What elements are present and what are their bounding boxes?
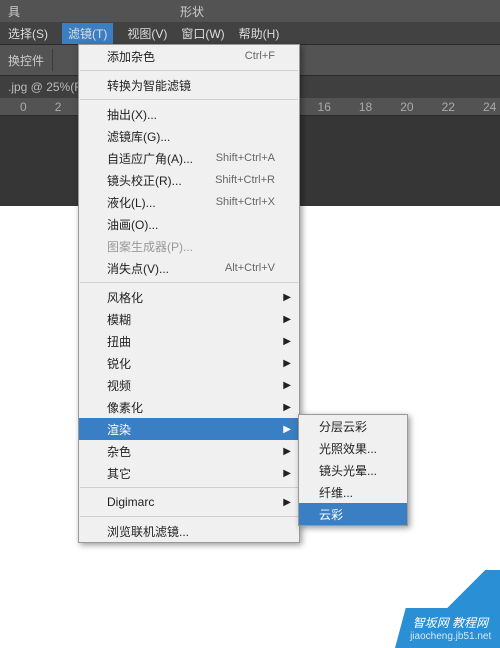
- shortcut: Ctrl+F: [245, 50, 275, 62]
- menu-pixelate[interactable]: 像素化 ▶: [79, 396, 299, 418]
- submenu-fibers[interactable]: 纤维...: [299, 481, 407, 503]
- menu-label: 转换为智能滤镜: [107, 77, 191, 94]
- submenu-arrow-icon: ▶: [283, 497, 291, 508]
- menu-filter[interactable]: 滤镜(T): [62, 23, 113, 44]
- menu-extract[interactable]: 抽出(X)...: [79, 103, 299, 125]
- menu-noise[interactable]: 杂色 ▶: [79, 440, 299, 462]
- menu-label: 油画(O)...: [107, 216, 158, 233]
- submenu-difference-clouds[interactable]: 分层云彩: [299, 415, 407, 437]
- menu-distort[interactable]: 扭曲 ▶: [79, 330, 299, 352]
- swap-controls-label[interactable]: 换控件: [8, 52, 44, 69]
- menu-filter-gallery[interactable]: 滤镜库(G)...: [79, 125, 299, 147]
- menu-adaptive-wide[interactable]: 自适应广角(A)... Shift+Ctrl+A: [79, 147, 299, 169]
- menu-stylize[interactable]: 风格化 ▶: [79, 286, 299, 308]
- watermark-sub: jiaocheng.jb51.net: [410, 631, 491, 642]
- menu-label: 自适应广角(A)...: [107, 150, 193, 167]
- render-submenu: 分层云彩 光照效果... 镜头光晕... 纤维... 云彩: [298, 414, 408, 526]
- shortcut: Shift+Ctrl+X: [216, 196, 275, 208]
- menu-render[interactable]: 渲染 ▶: [79, 418, 299, 440]
- menu-label: 液化(L)...: [107, 194, 156, 211]
- separator: [80, 70, 298, 71]
- menu-blur[interactable]: 模糊 ▶: [79, 308, 299, 330]
- ruler-tick: 18: [359, 100, 372, 114]
- menu-smart-filter[interactable]: 转换为智能滤镜: [79, 74, 299, 96]
- menu-label: 抽出(X)...: [107, 106, 157, 123]
- menu-sharpen[interactable]: 锐化 ▶: [79, 352, 299, 374]
- submenu-arrow-icon: ▶: [283, 446, 291, 457]
- submenu-lens-flare[interactable]: 镜头光晕...: [299, 459, 407, 481]
- menu-label: Digimarc: [107, 495, 154, 509]
- menu-label: 视频: [107, 377, 131, 394]
- shape-label: 形状: [180, 3, 204, 20]
- submenu-arrow-icon: ▶: [283, 402, 291, 413]
- submenu-arrow-icon: ▶: [283, 292, 291, 303]
- separator: [80, 516, 298, 517]
- menu-label: 浏览联机滤镜...: [107, 523, 189, 540]
- submenu-arrow-icon: ▶: [283, 314, 291, 325]
- separator: [80, 99, 298, 100]
- menu-label: 滤镜库(G)...: [107, 128, 170, 145]
- ruler-tick: 22: [442, 100, 455, 114]
- menu-label: 云彩: [319, 506, 343, 523]
- menubar: 选择(S) 滤镜(T) 视图(V) 窗口(W) 帮助(H): [0, 22, 500, 44]
- menu-liquify[interactable]: 液化(L)... Shift+Ctrl+X: [79, 191, 299, 213]
- shortcut: Shift+Ctrl+R: [215, 174, 275, 186]
- watermark: 智坂网 教程网 jiaocheng.jb51.net: [395, 608, 500, 648]
- menu-label: 添加杂色: [107, 48, 155, 65]
- tool-label: 具: [8, 3, 20, 20]
- submenu-arrow-icon: ▶: [283, 380, 291, 391]
- menu-label: 杂色: [107, 443, 131, 460]
- menu-browse-online[interactable]: 浏览联机滤镜...: [79, 520, 299, 542]
- menu-label: 光照效果...: [319, 440, 377, 457]
- separator: [80, 282, 298, 283]
- submenu-arrow-icon: ▶: [283, 336, 291, 347]
- menu-pattern-maker: 图案生成器(P)...: [79, 235, 299, 257]
- menu-label: 其它: [107, 465, 131, 482]
- menu-digimarc[interactable]: Digimarc ▶: [79, 491, 299, 513]
- menu-label: 图案生成器(P)...: [107, 238, 193, 255]
- menu-label: 像素化: [107, 399, 143, 416]
- separator: [80, 487, 298, 488]
- menu-label: 扭曲: [107, 333, 131, 350]
- menu-video[interactable]: 视频 ▶: [79, 374, 299, 396]
- ruler-tick: 0: [20, 100, 27, 114]
- menu-vanishing-point[interactable]: 消失点(V)... Alt+Ctrl+V: [79, 257, 299, 279]
- separator: [52, 49, 53, 71]
- menu-select[interactable]: 选择(S): [8, 25, 48, 42]
- menu-other[interactable]: 其它 ▶: [79, 462, 299, 484]
- menu-help[interactable]: 帮助(H): [239, 25, 280, 42]
- ruler-tick: 16: [318, 100, 331, 114]
- menu-view[interactable]: 视图(V): [127, 25, 167, 42]
- ruler-tick: 20: [400, 100, 413, 114]
- menu-label: 模糊: [107, 311, 131, 328]
- submenu-arrow-icon: ▶: [283, 468, 291, 479]
- menu-last-filter[interactable]: 添加杂色 Ctrl+F: [79, 45, 299, 67]
- submenu-arrow-icon: ▶: [283, 358, 291, 369]
- menu-label: 分层云彩: [319, 418, 367, 435]
- shortcut: Shift+Ctrl+A: [216, 152, 275, 164]
- menu-lens-correction[interactable]: 镜头校正(R)... Shift+Ctrl+R: [79, 169, 299, 191]
- watermark-main: 智坂网 教程网: [411, 614, 497, 631]
- submenu-clouds[interactable]: 云彩: [299, 503, 407, 525]
- tool-options-top: 具 形状: [0, 0, 500, 22]
- ruler-tick: 24: [483, 100, 496, 114]
- submenu-arrow-icon: ▶: [283, 424, 291, 435]
- menu-oil-paint[interactable]: 油画(O)...: [79, 213, 299, 235]
- menu-label: 镜头校正(R)...: [107, 172, 182, 189]
- menu-label: 消失点(V)...: [107, 260, 169, 277]
- filter-menu: 添加杂色 Ctrl+F 转换为智能滤镜 抽出(X)... 滤镜库(G)... 自适…: [78, 44, 300, 543]
- shortcut: Alt+Ctrl+V: [225, 262, 275, 274]
- menu-label: 镜头光晕...: [319, 462, 377, 479]
- submenu-lighting-effects[interactable]: 光照效果...: [299, 437, 407, 459]
- menu-label: 锐化: [107, 355, 131, 372]
- menu-label: 纤维...: [319, 484, 353, 501]
- menu-window[interactable]: 窗口(W): [181, 25, 224, 42]
- menu-label: 渲染: [107, 421, 131, 438]
- menu-label: 风格化: [107, 289, 143, 306]
- ruler-tick: 2: [55, 100, 62, 114]
